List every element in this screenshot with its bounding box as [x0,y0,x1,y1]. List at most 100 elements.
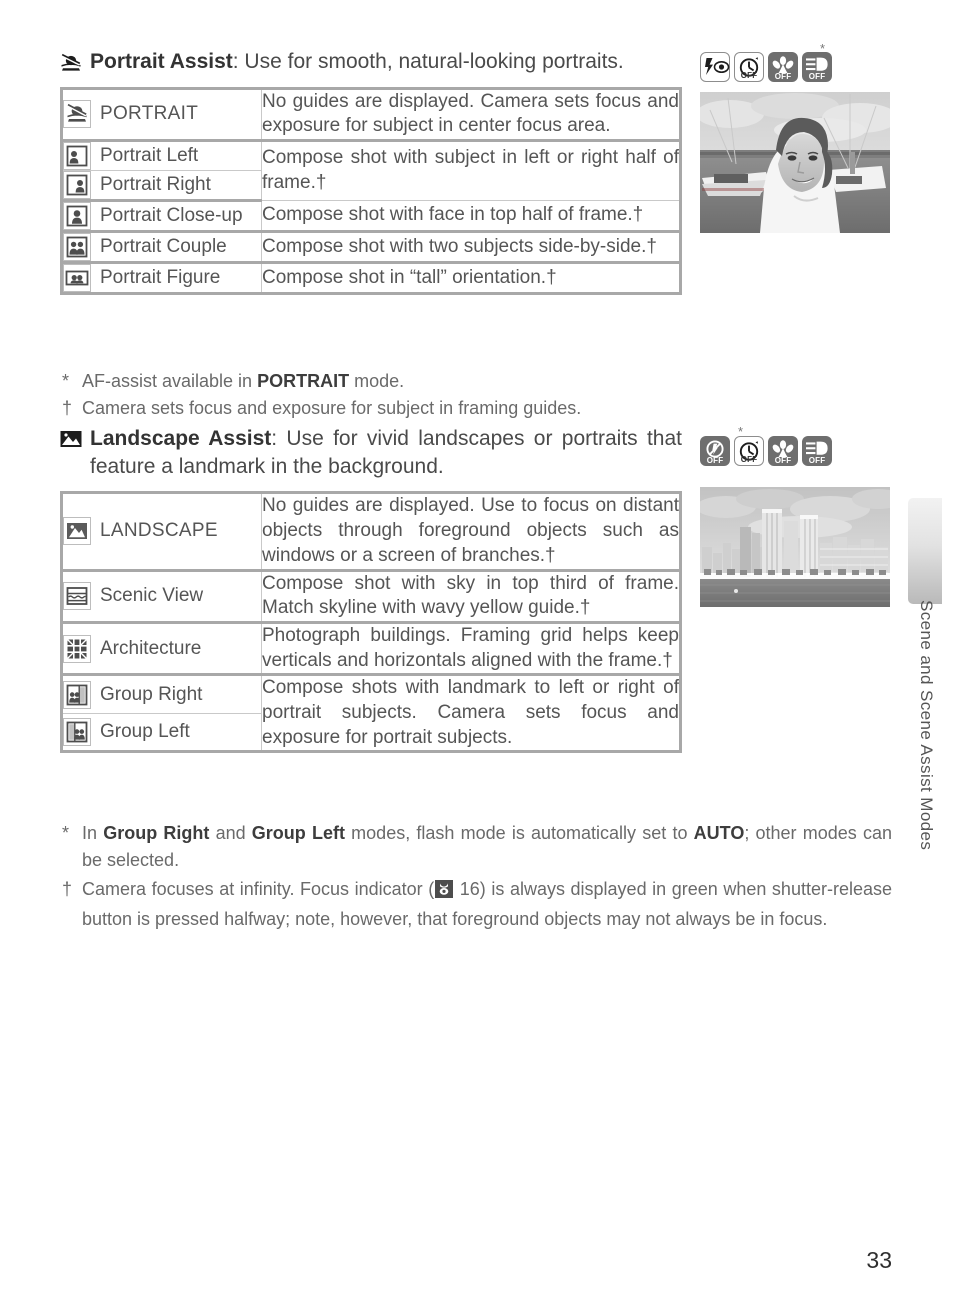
footnote: † Camera focuses at infinity. Focus indi… [62,876,892,933]
portrait-figure-icon [63,264,91,293]
landscape-assist-heading-row: Landscape Assist: Use for vivid landscap… [60,425,682,480]
mode-label: Group Left [100,721,190,743]
mode-label: Portrait Left [100,145,199,167]
mode-label: LANDSCAPE [100,520,218,542]
footnote-marker: * [62,823,70,843]
mode-description: Compose shot with sky in top third of fr… [261,569,681,624]
landscape-assist-section: Landscape Assist: Use for vivid landscap… [60,425,682,754]
landscape-modes-table: LANDSCAPE No guides are displayed. Use t… [60,491,682,754]
indicator-off-label: OFF [706,456,724,465]
mode-cell: Group Right [61,674,262,714]
landscape-assist-mode-icon [60,429,82,449]
mode-label: Portrait Figure [100,267,221,289]
group-left-icon [63,718,91,747]
footnote-seg-bold: AUTO [693,823,745,843]
exposure-compensation-icon: OFF [802,436,832,466]
footnote-text: AF-assist available in PORTRAIT mode. [82,368,682,395]
portrait-footnotes: * AF-assist available in PORTRAIT mode. … [62,360,682,422]
mode-cell: Portrait Figure [61,262,262,295]
mode-description: Compose shot with two subjects side-by-s… [261,231,681,265]
portrait-mode-icon [63,100,91,129]
table-row: Scenic View Compose shot with sky in top… [61,569,681,624]
self-timer-icon: OFF [734,52,764,82]
landscape-footnotes: * In Group Right and Group Left modes, f… [62,812,892,935]
landscape-mode-icon [63,517,91,546]
portrait-close-up-icon [63,202,91,231]
page-number: 33 [866,1247,892,1273]
table-row: Portrait Figure Compose shot in “tall” o… [61,262,681,295]
scenic-view-icon [63,582,91,611]
footnote-text: Camera sets focus and exposure for subje… [82,398,582,418]
indicator-off-label: OFF [740,71,758,80]
mode-label: PORTRAIT [100,103,199,125]
self-timer-icon: OFF [734,436,764,466]
mode-description: Compose shots with landmark to left or r… [261,674,681,753]
mode-description: Compose shot with subject in left or rig… [261,140,681,202]
side-tab-block [908,498,942,604]
indicator-off-label: OFF [774,456,792,465]
portrait-right-icon [63,171,91,200]
side-tab-label: Scene and Scene Assist Modes [906,600,946,900]
footnote-seg: In [82,823,104,843]
footnote-seg-bold: Group Left [251,823,345,843]
architecture-icon [63,634,91,663]
portrait-couple-icon [63,233,91,262]
footnote-text-after: mode. [349,371,405,391]
indicator-off-label: OFF [740,455,758,464]
mode-cell: Scenic View [61,569,262,624]
footnote: * AF-assist available in PORTRAIT mode. [62,368,682,395]
indicator-off-label: OFF [808,456,826,465]
table-row: Architecture Photograph buildings. Frami… [61,621,681,677]
red-eye-reduction-flash-icon [700,52,730,82]
mode-cell: PORTRAIT [61,87,262,143]
table-row: Group Right Compose shots with landmark … [61,674,681,753]
side-tab-text: Scene and Scene Assist Modes [917,600,936,851]
portrait-assist-section: Portrait Assist: Use for smooth, natural… [60,48,682,296]
portrait-sample-photo [700,92,890,233]
indicator-off-label: OFF [774,72,792,81]
footnote-marker: † [62,879,73,899]
portrait-modes-table: PORTRAIT No guides are displayed. Camera… [60,86,682,296]
footnote: * In Group Right and Group Left modes, f… [62,820,892,874]
mode-description: No guides are displayed. Camera sets foc… [261,87,681,143]
mode-cell: Portrait Couple [61,231,262,265]
portrait-assist-heading-name: Portrait Assist [90,50,233,73]
table-row: Portrait Left Compose shot with subject … [61,140,681,202]
table-row: Portrait Close-up Compose shot with face… [61,200,681,234]
table-row: Portrait Couple Compose shot with two su… [61,231,681,265]
mode-cell: Group Left [61,712,262,753]
portrait-assist-heading-row: Portrait Assist: Use for smooth, natural… [60,48,682,76]
mode-description: Photograph buildings. Framing grid helps… [261,621,681,677]
portrait-assist-mode-icon [60,52,82,72]
portrait-left-icon [63,142,91,171]
mode-cell: Portrait Right [61,170,262,203]
landscape-indicator-row: * OFF OFF OFF OFF [700,425,832,466]
mode-description: Compose shot in “tall” orientation.† [261,262,681,295]
mode-description: No guides are displayed. Use to focus on… [261,492,681,572]
footnote-seg-bold: Group Right [103,823,210,843]
mode-cell: Portrait Close-up [61,200,262,234]
mode-label: Portrait Close-up [100,205,243,227]
footnote-marker: † [62,398,73,418]
footnote-marker: * [62,371,70,391]
footnote-text: In Group Right and Group Left modes, fla… [82,820,892,874]
footnote: † Camera sets focus and exposure for sub… [62,395,682,422]
footnote-seg: and [209,823,252,843]
landscape-assist-heading: Landscape Assist: Use for vivid landscap… [90,425,682,480]
flash-off-icon: OFF [700,436,730,466]
table-row: LANDSCAPE No guides are displayed. Use t… [61,492,681,572]
landscape-sample-photo [700,487,890,607]
indicator-off-label: OFF [808,72,826,81]
mode-cell: LANDSCAPE [61,492,262,572]
exposure-compensation-icon: OFF [802,52,832,82]
table-row: PORTRAIT No guides are displayed. Camera… [61,87,681,143]
group-right-icon [63,680,91,709]
portrait-assist-heading-rest: : Use for smooth, natural-looking portra… [232,50,624,73]
mode-label: Portrait Right [100,174,211,196]
footnote-text-bold: PORTRAIT [257,371,350,391]
focus-indicator-icon [435,879,454,906]
landscape-assist-heading-name: Landscape Assist [90,427,272,450]
mode-cell: Architecture [61,621,262,677]
macro-close-up-icon: OFF [768,436,798,466]
mode-description: Compose shot with face in top half of fr… [261,200,681,234]
